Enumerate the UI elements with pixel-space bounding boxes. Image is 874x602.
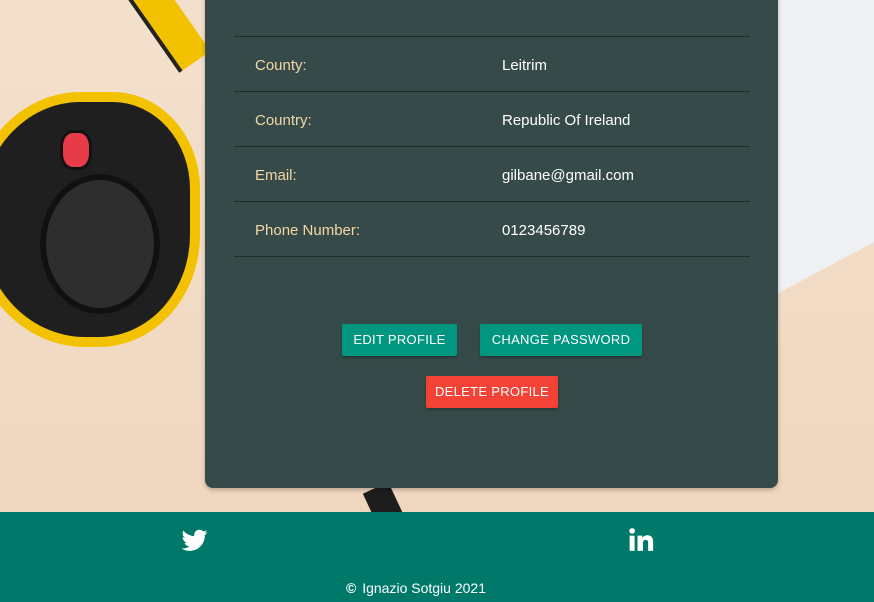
twitter-icon[interactable] — [181, 527, 209, 553]
footer: © Ignazio Sotgiu 2021 — [0, 512, 874, 602]
profile-row-county: County: Leitrim — [234, 37, 750, 92]
country-value: Republic Of Ireland — [502, 112, 631, 129]
profile-row-country: Country: Republic Of Ireland — [234, 92, 750, 147]
tape-measure-button — [60, 130, 92, 170]
county-value: Leitrim — [502, 57, 548, 74]
phone-value: 0123456789 — [502, 222, 586, 239]
change-password-button[interactable]: CHANGE PASSWORD — [480, 324, 642, 356]
edit-profile-button[interactable]: EDIT PROFILE — [342, 324, 457, 356]
tape-measure-image — [0, 92, 210, 352]
country-label: Country: — [255, 112, 312, 129]
copyright-notice: © Ignazio Sotgiu 2021 — [346, 580, 486, 596]
profile-card: County: Leitrim Country: Republic Of Ire… — [205, 0, 778, 488]
background-pencil — [127, 0, 211, 73]
tape-measure-grip — [40, 174, 160, 314]
profile-row-email: Email: gilbane@gmail.com — [234, 147, 750, 202]
phone-label: Phone Number: — [255, 222, 361, 239]
profile-info-table: County: Leitrim Country: Republic Of Ire… — [234, 36, 750, 257]
email-label: Email: — [255, 167, 297, 184]
email-value: gilbane@gmail.com — [502, 167, 634, 184]
profile-row-phone: Phone Number: 0123456789 — [234, 202, 750, 257]
copyright-icon: © — [346, 580, 357, 596]
county-label: County: — [255, 57, 307, 74]
linkedin-icon[interactable] — [628, 527, 656, 553]
page: County: Leitrim Country: Republic Of Ire… — [0, 0, 874, 602]
delete-profile-button[interactable]: DELETE PROFILE — [426, 376, 558, 408]
copyright-text: Ignazio Sotgiu 2021 — [362, 580, 486, 596]
